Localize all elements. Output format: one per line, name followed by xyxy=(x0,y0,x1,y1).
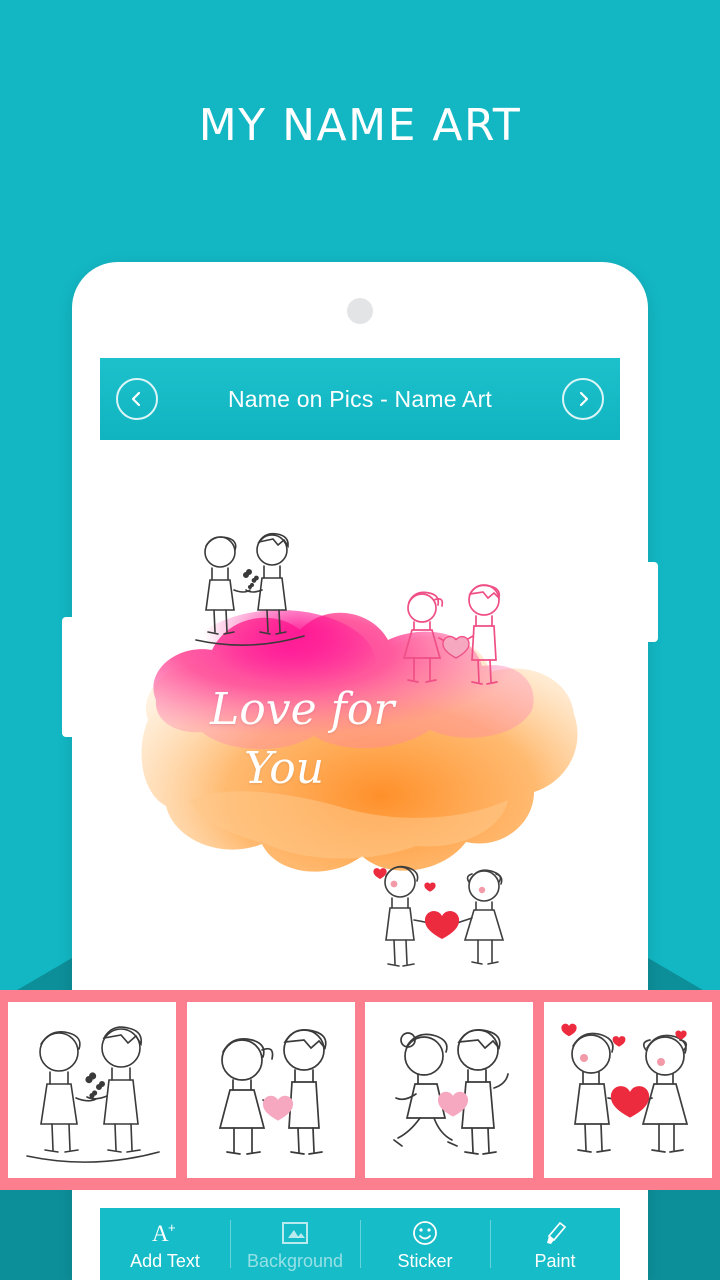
sticker-couple-heart-icon xyxy=(561,1023,689,1153)
sticker-couple-jumping-kiss[interactable] xyxy=(365,1002,534,1178)
svg-text:A: A xyxy=(152,1221,169,1246)
art-canvas[interactable]: Love for You xyxy=(100,440,620,1040)
sticker-couple-holding-hands-icon xyxy=(218,1028,327,1155)
tool-background-label: Background xyxy=(246,1251,344,1271)
sticker-strip[interactable] xyxy=(0,990,720,1190)
phone-camera-icon xyxy=(347,298,373,324)
couple-doodle-holding-heart-icon[interactable] xyxy=(368,858,518,988)
svg-text:+: + xyxy=(168,1220,176,1235)
couple-doodle-holding-hands-pink-icon[interactable] xyxy=(392,578,520,706)
phone-side-button-right xyxy=(646,562,658,642)
bottom-toolbar[interactable]: A + Add Text Background Sticker Paint xyxy=(100,1208,620,1280)
tool-sticker-label: Sticker xyxy=(397,1251,453,1271)
smiley-sticker-icon xyxy=(411,1218,439,1248)
tool-add-text-label: Add Text xyxy=(130,1251,200,1271)
sticker-couple-jumping-kiss-icon xyxy=(393,1028,510,1155)
previous-button[interactable] xyxy=(116,378,158,420)
paint-brush-icon xyxy=(541,1218,569,1248)
phone-side-button-left xyxy=(62,617,74,737)
chevron-right-icon xyxy=(573,389,593,409)
add-text-icon: A + xyxy=(150,1218,180,1248)
sticker-couple-holding-hands[interactable] xyxy=(186,1002,355,1178)
app-bar: Name on Pics - Name Art xyxy=(100,358,620,440)
tool-background[interactable]: Background xyxy=(230,1208,360,1280)
tool-paint[interactable]: Paint xyxy=(490,1208,620,1280)
background-icon xyxy=(280,1218,310,1248)
app-bar-title: Name on Pics - Name Art xyxy=(227,385,493,412)
page-title: MY NAME ART xyxy=(198,100,522,151)
art-text-line-1: Love for xyxy=(210,684,395,735)
tool-sticker[interactable]: Sticker xyxy=(360,1208,490,1280)
tool-paint-label: Paint xyxy=(534,1251,576,1271)
sticker-couple-kisses-icon xyxy=(26,1026,160,1163)
sticker-couple-heart[interactable] xyxy=(543,1002,712,1178)
tool-add-text[interactable]: A + Add Text xyxy=(100,1208,230,1280)
art-text-line-2: You xyxy=(244,743,325,795)
next-button[interactable] xyxy=(561,378,604,420)
chevron-left-icon xyxy=(127,389,147,409)
couple-doodle-blowing-kisses-icon[interactable] xyxy=(190,528,310,658)
sticker-couple-kisses[interactable] xyxy=(8,1002,176,1178)
